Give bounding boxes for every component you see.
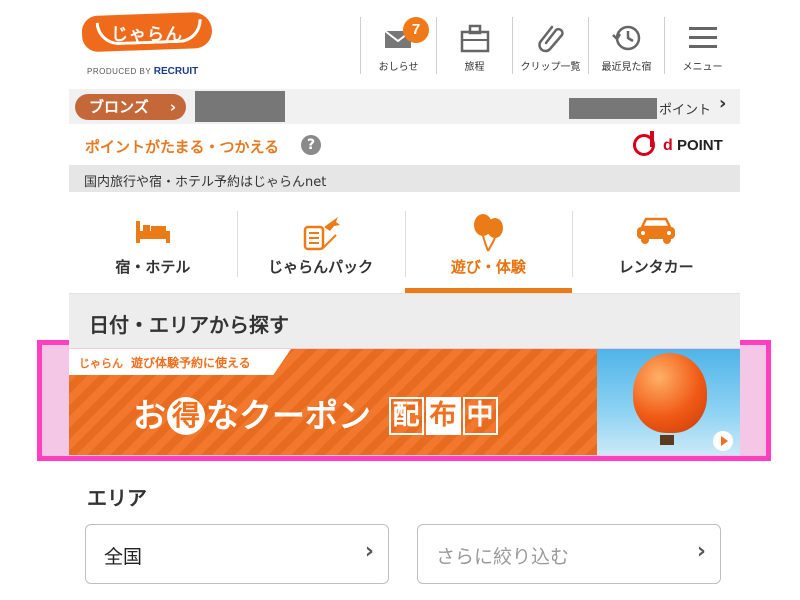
tab-activities-label: 遊び・体験 — [450, 258, 526, 276]
points-label[interactable]: ポイント — [659, 99, 711, 118]
redacted-points — [569, 98, 657, 119]
play-icon[interactable] — [713, 431, 733, 451]
tab-hotels-label: 宿・ホテル — [115, 258, 191, 276]
region-select[interactable]: 全国 › — [85, 524, 389, 584]
dpoint-d: d — [663, 137, 673, 154]
coupon-banner[interactable]: じゃらん 遊び体験予約に使える お得なクーポン 配布中 — [69, 349, 740, 455]
banner-main-pre: お — [133, 396, 166, 435]
banner-ribbon-text: 遊び体験予約に使える — [131, 356, 251, 370]
nav-itinerary-label: 旅程 — [464, 62, 485, 73]
paperclip-icon — [534, 21, 568, 59]
tab-activities[interactable]: 遊び・体験 — [404, 207, 573, 293]
tagline-text: 国内旅行や宿・ホテル予約はじゃらんnet — [84, 175, 327, 190]
produced-by-label: PRODUCED BY — [87, 67, 152, 76]
member-bar: ブロンズ › ポイント › — [69, 89, 740, 124]
nav-notifications[interactable]: 7 おしらせ — [360, 17, 436, 74]
chevron-right-icon: › — [364, 539, 374, 564]
redacted-username — [195, 91, 285, 122]
banner-main-circle: 得 — [167, 397, 205, 435]
banner-ribbon: じゃらん 遊び体験予約に使える — [69, 349, 291, 375]
nav-recent-label: 最近見た宿 — [601, 62, 652, 73]
plane-train-icon — [300, 213, 342, 257]
dpoint-logo[interactable]: d POINT — [633, 131, 733, 160]
dpoint-label: d POINT — [663, 137, 723, 155]
dpoint-mark-icon — [633, 131, 655, 156]
boxed-char-2: 布 — [425, 397, 461, 435]
nav-itinerary[interactable]: 旅程 — [436, 17, 512, 74]
banner-boxed-text: 配布中 — [388, 397, 500, 435]
nav-clips[interactable]: クリップ一覧 — [512, 17, 588, 74]
hot-air-balloon-photo — [597, 349, 740, 455]
points-chevron-icon[interactable]: › — [719, 93, 726, 114]
suitcase-icon — [458, 21, 492, 59]
search-section-header: 日付・エリアから探す — [69, 294, 740, 348]
header-nav: 7 おしらせ 旅程 クリップ一覧 最近見た宿 メニュー — [360, 17, 740, 74]
banner-headline: お得なクーポン 配布中 — [133, 389, 500, 437]
nav-clips-label: クリップ一覧 — [520, 62, 581, 73]
tab-rental-car[interactable]: レンタカー — [572, 207, 740, 293]
car-icon — [633, 213, 679, 253]
category-tabs: 宿・ホテル じゃらんパック 遊び・体験 レンタカー — [69, 207, 740, 294]
section-title: 日付・エリアから探す — [89, 313, 289, 337]
chevron-right-icon: › — [696, 539, 706, 564]
tab-rental-car-label: レンタカー — [618, 258, 694, 276]
narrow-down-select[interactable]: さらに絞り込む › — [417, 524, 721, 584]
boxed-char-3: 中 — [462, 397, 498, 435]
menu-icon — [686, 21, 720, 59]
jalan-logo[interactable]: じゃらん PRODUCED BY RECRUIT — [81, 11, 214, 78]
balloon-basket — [660, 435, 674, 445]
help-icon[interactable]: ? — [301, 135, 321, 155]
dpoint-text: POINT — [676, 137, 723, 154]
rank-button[interactable]: ブロンズ › — [75, 94, 186, 120]
boxed-char-1: 配 — [388, 397, 424, 435]
nav-menu-label: メニュー — [682, 62, 723, 73]
narrow-down-placeholder: さらに絞り込む — [436, 546, 570, 568]
nav-recent[interactable]: 最近見た宿 — [588, 17, 664, 74]
produced-by-recruit: PRODUCED BY RECRUIT — [87, 66, 198, 77]
banner-main-mid: なクーポン — [206, 396, 371, 435]
logo-text: じゃらん — [111, 25, 183, 45]
rank-label: ブロンズ — [89, 98, 149, 116]
site-header: じゃらん PRODUCED BY RECRUIT 7 おしらせ 旅程 クリップ一… — [69, 0, 740, 86]
chevron-right-icon: › — [169, 98, 176, 116]
balloon-icon — [468, 213, 508, 257]
banner-logo-mini: じゃらん — [79, 357, 123, 370]
point-info-link[interactable]: ポイントがたまる・つかえる — [85, 136, 279, 157]
tab-package[interactable]: じゃらんパック — [236, 207, 405, 293]
tab-hotels[interactable]: 宿・ホテル — [69, 207, 237, 293]
hot-air-balloon — [633, 353, 707, 433]
nav-menu[interactable]: メニュー — [664, 17, 740, 74]
region-value: 全国 — [104, 546, 143, 568]
notification-badge: 7 — [403, 17, 429, 43]
history-icon — [610, 21, 644, 59]
tab-package-label: じゃらんパック — [268, 258, 374, 276]
nav-notifications-label: おしらせ — [378, 62, 419, 73]
site-tagline: 国内旅行や宿・ホテル予約はじゃらんnet — [69, 165, 740, 192]
recruit-label: RECRUIT — [153, 66, 199, 77]
point-info-row: ポイントがたまる・つかえる ? d POINT — [69, 124, 740, 164]
area-title: エリア — [87, 486, 147, 510]
bed-icon — [133, 213, 173, 253]
page: じゃらん PRODUCED BY RECRUIT 7 おしらせ 旅程 クリップ一… — [69, 0, 740, 600]
